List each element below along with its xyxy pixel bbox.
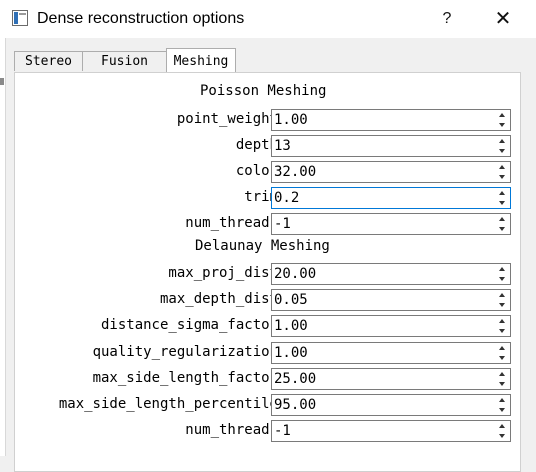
- spinbox-arrows: [494, 136, 510, 156]
- spinbox-arrows: [494, 264, 510, 284]
- poisson-point-weight-spinbox[interactable]: [271, 109, 511, 131]
- delaunay-section-title: Delaunay Meshing: [195, 238, 330, 254]
- delaunay-num-threads-spinbox[interactable]: [271, 420, 511, 443]
- chevron-down-icon[interactable]: [494, 405, 510, 415]
- chevron-up-icon[interactable]: [494, 290, 510, 300]
- delaunay-row-num-threads: num_threads: [15, 420, 522, 443]
- chevron-up-icon[interactable]: [494, 162, 510, 172]
- delaunay-row-max-proj-dist: max_proj_dist: [15, 263, 522, 285]
- poisson-row-trim: trim: [15, 187, 522, 209]
- field-label: point_weight: [176, 111, 278, 127]
- close-button[interactable]: ✕: [488, 6, 518, 32]
- chevron-up-icon[interactable]: [494, 188, 510, 198]
- poisson-row-point-weight: point_weight: [15, 109, 522, 131]
- background-window-marker: [0, 78, 4, 85]
- spinbox-input[interactable]: [272, 316, 496, 337]
- title-bar: Dense reconstruction options ? ✕: [0, 0, 536, 38]
- chevron-down-icon[interactable]: [494, 146, 510, 156]
- chevron-up-icon[interactable]: [494, 214, 510, 224]
- field-label: max_side_length_percentile: [58, 396, 278, 412]
- delaunay-max-side-length-factor-spinbox[interactable]: [271, 367, 511, 390]
- delaunay-quality-regularization-spinbox[interactable]: [271, 341, 511, 364]
- poisson-trim-spinbox[interactable]: [271, 187, 511, 209]
- meshing-panel: Poisson Meshing point_weightdepth color tr…: [14, 72, 521, 472]
- spinbox-input[interactable]: [272, 342, 496, 363]
- poisson-row-depth: depth: [15, 135, 522, 157]
- background-window-edge: [0, 38, 6, 456]
- delaunay-max-proj-dist-spinbox[interactable]: [271, 263, 511, 285]
- chevron-up-icon[interactable]: [494, 421, 510, 431]
- delaunay-row-max-side-length-factor: max_side_length_factor: [15, 367, 522, 390]
- chevron-down-icon[interactable]: [494, 300, 510, 310]
- delaunay-row-quality-regularization: quality_regularization: [15, 341, 522, 364]
- chevron-down-icon[interactable]: [494, 379, 510, 389]
- chevron-up-icon[interactable]: [494, 343, 510, 353]
- spinbox-input[interactable]: [272, 214, 496, 234]
- spinbox-input[interactable]: [272, 162, 496, 182]
- tab-stereo[interactable]: Stereo: [14, 51, 83, 71]
- spinbox-input[interactable]: [272, 110, 496, 130]
- chevron-down-icon[interactable]: [494, 172, 510, 182]
- chevron-up-icon[interactable]: [494, 316, 510, 326]
- spinbox-input[interactable]: [272, 290, 496, 311]
- chevron-down-icon[interactable]: [494, 120, 510, 130]
- chevron-down-icon[interactable]: [494, 353, 510, 363]
- field-label: distance_sigma_factor: [100, 317, 278, 334]
- chevron-up-icon[interactable]: [494, 395, 510, 405]
- poisson-num-threads-spinbox[interactable]: [271, 213, 511, 235]
- chevron-down-icon[interactable]: [494, 274, 510, 284]
- tab-meshing[interactable]: Meshing: [166, 48, 236, 72]
- spinbox-input[interactable]: [272, 136, 496, 156]
- spinbox-arrows: [494, 290, 510, 310]
- delaunay-max-side-length-percentile-spinbox[interactable]: [271, 394, 511, 416]
- poisson-section-title: Poisson Meshing: [200, 83, 327, 99]
- delaunay-row-max-depth-dist: max_depth_dist: [15, 289, 522, 312]
- delaunay-max-depth-dist-spinbox[interactable]: [271, 289, 511, 312]
- spinbox-arrows: [494, 316, 510, 336]
- spinbox-input[interactable]: [272, 188, 496, 208]
- chevron-down-icon[interactable]: [494, 198, 510, 208]
- window-app-icon: [12, 10, 28, 26]
- chevron-up-icon[interactable]: [494, 369, 510, 379]
- poisson-row-num-threads: num_threads: [15, 213, 522, 235]
- spinbox-input[interactable]: [272, 368, 496, 389]
- chevron-down-icon[interactable]: [494, 326, 510, 336]
- field-label: num_threads: [185, 422, 278, 439]
- poisson-color-spinbox[interactable]: [271, 161, 511, 183]
- delaunay-row-distance-sigma-factor: distance_sigma_factor: [15, 315, 522, 338]
- delaunay-row-max-side-length-percentile: max_side_length_percentile: [15, 394, 522, 416]
- spinbox-input[interactable]: [272, 421, 496, 442]
- help-button[interactable]: ?: [432, 6, 462, 32]
- field-label: quality_regularization: [92, 343, 278, 360]
- poisson-depth-spinbox[interactable]: [271, 135, 511, 157]
- spinbox-arrows: [494, 343, 510, 363]
- spinbox-arrows: [494, 214, 510, 234]
- chevron-up-icon[interactable]: [494, 264, 510, 274]
- chevron-down-icon[interactable]: [494, 224, 510, 234]
- poisson-row-color: color: [15, 161, 522, 183]
- delaunay-distance-sigma-factor-spinbox[interactable]: [271, 315, 511, 338]
- chevron-down-icon[interactable]: [494, 431, 510, 441]
- spinbox-arrows: [494, 421, 510, 441]
- spinbox-arrows: [494, 188, 510, 208]
- tab-fusion[interactable]: Fusion: [82, 51, 167, 71]
- spinbox-arrows: [494, 395, 510, 415]
- spinbox-arrows: [494, 110, 510, 130]
- spinbox-input[interactable]: [272, 395, 496, 415]
- chevron-up-icon[interactable]: [494, 110, 510, 120]
- field-label: max_side_length_factor: [92, 369, 278, 386]
- field-label: num_threads: [185, 215, 278, 231]
- window-title: Dense reconstruction options: [37, 10, 245, 27]
- spinbox-input[interactable]: [272, 264, 496, 284]
- field-label: max_depth_dist: [159, 291, 278, 308]
- field-label: max_proj_dist: [168, 265, 278, 281]
- spinbox-arrows: [494, 162, 510, 182]
- chevron-up-icon[interactable]: [494, 136, 510, 146]
- spinbox-arrows: [494, 369, 510, 389]
